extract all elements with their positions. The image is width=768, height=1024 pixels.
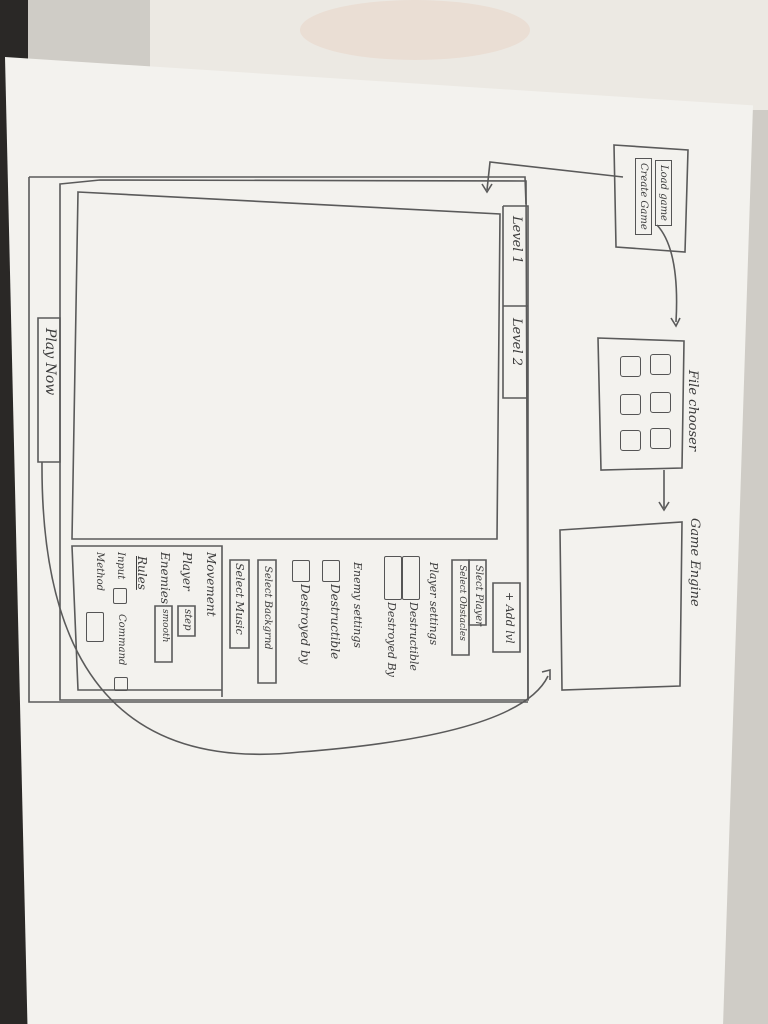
player-movement-label: Player — [180, 552, 194, 591]
file-chooser-label: File chooser — [685, 370, 700, 452]
player-settings-title: Player settings — [427, 562, 440, 646]
enemy-destroyed-by-checkbox[interactable] — [292, 560, 310, 582]
input-checkbox[interactable] — [113, 588, 127, 604]
enemy-destroyed-by-label: Destroyed by — [298, 584, 312, 665]
enemy-settings-title: Enemy settings — [351, 562, 364, 649]
command-checkbox[interactable] — [114, 677, 128, 691]
arrow-create-to-editor — [486, 161, 624, 191]
input-label: Input — [115, 552, 126, 580]
player-destroyed-by-checkbox[interactable] — [384, 556, 402, 600]
file-thumbnail-icon[interactable] — [620, 394, 641, 415]
command-label: Command — [116, 614, 127, 666]
player-destructible-checkbox[interactable] — [402, 556, 420, 600]
file-thumbnail-icon[interactable] — [620, 356, 641, 377]
play-now-button[interactable]: Play Now — [42, 328, 58, 395]
enemy-destructible-label: Destructible — [328, 584, 342, 660]
enemy-destructible-checkbox[interactable] — [322, 560, 340, 582]
game-engine-box — [559, 521, 683, 691]
game-engine-label: Game Engine — [687, 518, 702, 607]
enemies-movement-value[interactable]: smooth — [160, 609, 170, 642]
file-thumbnail-icon[interactable] — [650, 392, 671, 413]
wireframe-sketch: Load game Create Game File chooser Game … — [0, 0, 768, 1024]
arrow-load-to-chooser — [656, 224, 678, 323]
select-obstacles-button[interactable]: Select Obstacles — [457, 565, 467, 641]
load-game-button[interactable]: Load game — [655, 160, 672, 226]
file-thumbnail-icon[interactable] — [650, 428, 671, 449]
select-background-button[interactable]: Select Backgrnd — [262, 566, 273, 650]
player-destroyed-by-label: Destroyed By — [385, 602, 398, 677]
add-level-button[interactable]: + Add lvl — [503, 592, 516, 644]
select-player-button[interactable]: Slect Player — [473, 565, 484, 626]
file-chooser-box — [597, 337, 685, 471]
file-thumbnail-icon[interactable] — [650, 354, 671, 375]
enemies-movement-label: Enemies — [158, 552, 172, 605]
sketch-lines — [28, 144, 689, 756]
tab-level-2[interactable]: Level 2 — [509, 318, 524, 366]
player-destructible-label: Destructible — [407, 602, 420, 671]
rules-title: Rules — [135, 556, 149, 590]
method-checkbox[interactable] — [86, 612, 104, 642]
player-movement-value[interactable]: step — [182, 609, 193, 630]
tab-level-1[interactable]: Level 1 — [509, 216, 524, 264]
file-thumbnail-icon[interactable] — [620, 430, 641, 451]
canvas-frame — [71, 191, 501, 540]
method-label: Method — [94, 552, 105, 592]
movement-title: Movement — [204, 552, 218, 617]
select-music-button[interactable]: Select Music — [233, 563, 246, 635]
create-game-button[interactable]: Create Game — [635, 158, 652, 235]
